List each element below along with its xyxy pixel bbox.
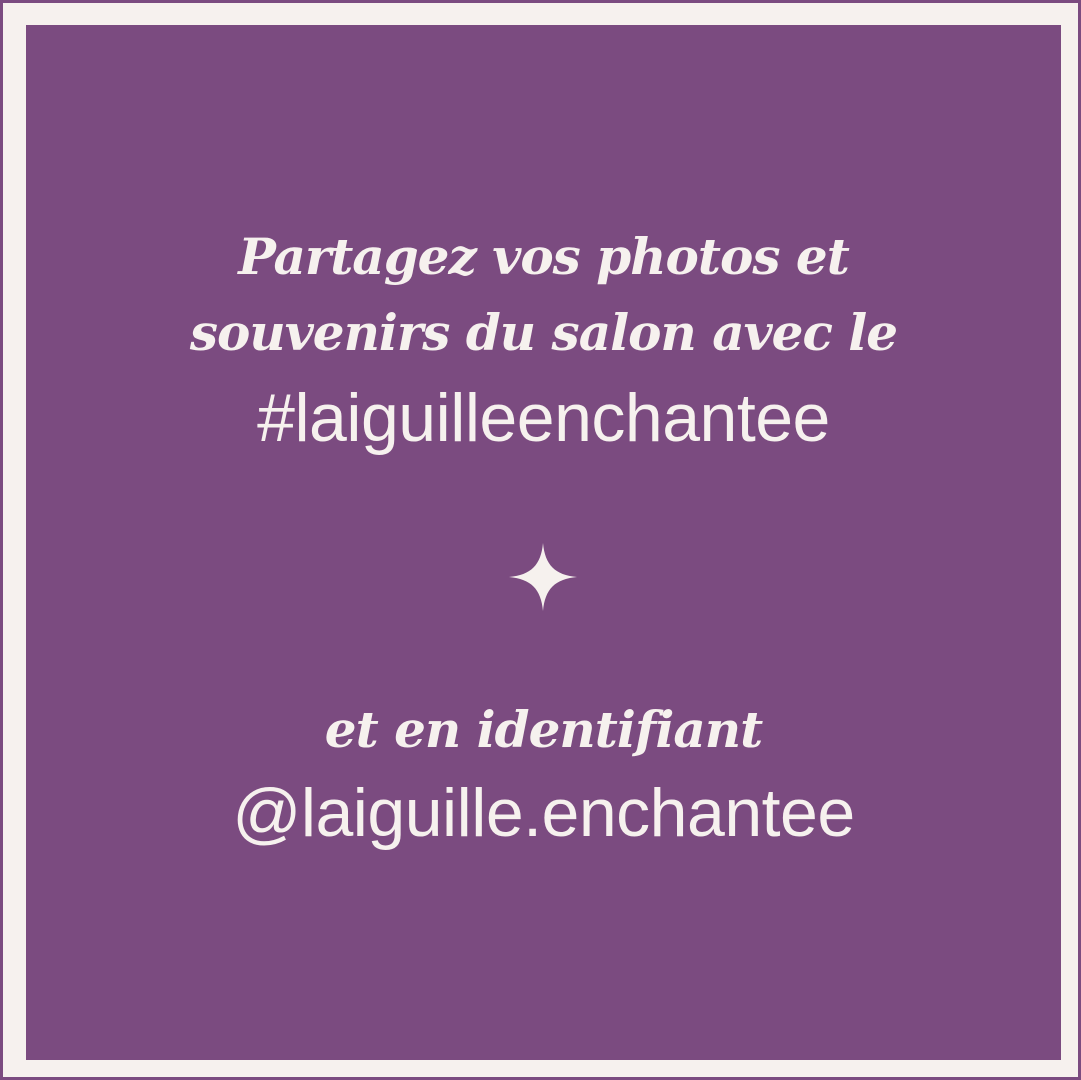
hashtag-text: #laiguilleenchantee [257, 380, 830, 456]
subheadline: et en identifiant [324, 700, 763, 759]
sparkle-icon [509, 543, 577, 611]
headline-line-1: Partagez vos photos et [238, 227, 850, 286]
headline-line-2: souvenirs du salon avec le [189, 303, 898, 362]
content-panel: Partagez vos photos et souvenirs du salo… [26, 25, 1061, 1060]
outer-frame: Partagez vos photos et souvenirs du salo… [3, 3, 1078, 1077]
handle-text: @laiguille.enchantee [232, 775, 855, 851]
